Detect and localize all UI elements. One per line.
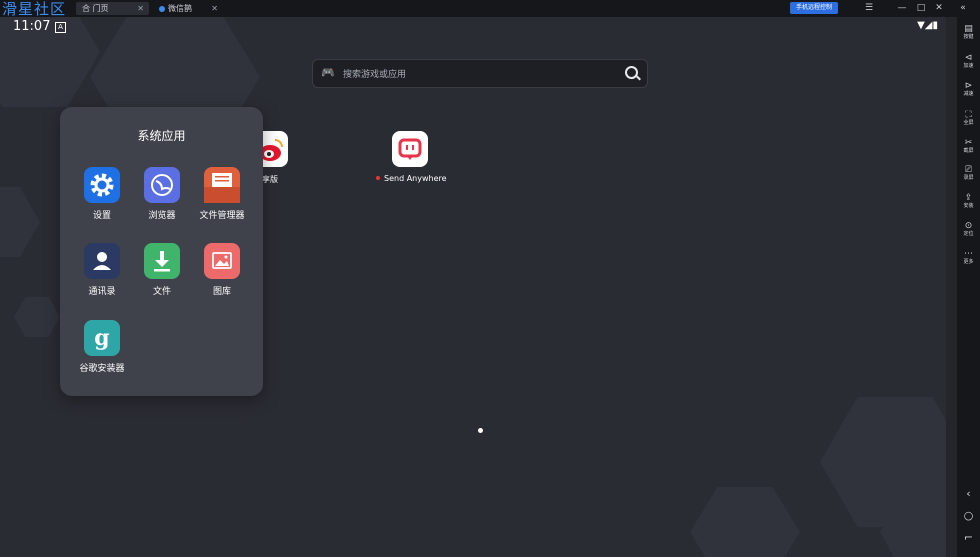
- folder-title: 系统应用: [137, 129, 186, 143]
- app-google-installer[interactable]: g 谷歌安装器: [72, 320, 132, 380]
- app-label: 文件管理器: [199, 211, 245, 221]
- sidebar-item-label: 更多: [963, 259, 974, 265]
- sidebar-item-label: 加速: [963, 63, 974, 69]
- tab-home[interactable]: 合 门页 ✕: [76, 2, 149, 15]
- volume-down-icon: ⊳: [964, 81, 973, 91]
- status-time: 11:07: [13, 19, 51, 34]
- sidebar-item-screenshot[interactable]: ✂ 截屏: [957, 138, 980, 154]
- signal-battery-icon: ▼◢▮: [917, 20, 938, 31]
- close-window-icon[interactable]: ✕: [932, 3, 946, 14]
- page-indicator[interactable]: [478, 428, 483, 433]
- sidebar-item-slowdown[interactable]: ⊳ 减速: [957, 81, 980, 97]
- gallery-image-icon: [204, 243, 240, 279]
- tab-label: 合 门页: [82, 4, 109, 13]
- volume-up-icon: ⊲: [964, 53, 973, 63]
- sidebar-item-record[interactable]: ⎚ 录屏: [957, 165, 980, 181]
- sidebar-item-keymap[interactable]: ▤ 按键: [957, 24, 980, 40]
- background-hex: [690, 487, 800, 557]
- sidebar-item-location[interactable]: ⊙ 定位: [957, 221, 980, 237]
- remote-control-button[interactable]: 手机远程控制: [790, 2, 838, 14]
- maximize-icon[interactable]: □: [914, 3, 928, 14]
- sidebar-item-install[interactable]: ⇪ 安装: [957, 193, 980, 209]
- send-anywhere-label-text: Send Anywhere: [384, 174, 447, 183]
- search-icon[interactable]: [625, 66, 638, 79]
- fullscreen-icon: ⛶: [965, 110, 972, 120]
- keyboard-icon: ▤: [964, 24, 973, 34]
- app-icon: [159, 6, 165, 12]
- svg-text:g: g: [94, 325, 109, 351]
- title-bar: 合 门页 ✕ 微信鹊 ✕ 手机远程控制 ☰ — □ ✕ «: [0, 0, 980, 17]
- app-file-manager[interactable]: 文件管理器: [192, 167, 252, 227]
- sidebar-item-fullscreen[interactable]: ⛶ 全屏: [957, 110, 980, 126]
- collapse-sidebar-icon[interactable]: «: [955, 3, 971, 14]
- browser-globe-icon: [144, 167, 180, 203]
- send-anywhere-app-label: Send Anywhere: [376, 174, 447, 183]
- sidebar-item-label: 录屏: [963, 175, 974, 181]
- install-apk-icon: ⇪: [964, 193, 973, 203]
- notification-icon: A: [55, 22, 66, 33]
- close-icon[interactable]: ✕: [137, 2, 144, 15]
- gamepad-icon: 🎮: [321, 66, 335, 79]
- emulator-sidebar: ▤ 按键 ⊲ 加速 ⊳ 减速 ⛶ 全屏 ✂ 截屏 ⎚ 录屏 ⇪ 安装 ⊙ 定位 ⋯ 更多 ‹ ○ …: [957, 17, 980, 557]
- background-hex: [0, 187, 40, 257]
- google-installer-icon: g: [84, 320, 120, 356]
- scissors-icon: ✂: [964, 138, 973, 148]
- record-icon: ⎚: [964, 165, 973, 175]
- sidebar-item-label: 安装: [963, 203, 974, 209]
- system-apps-folder: 系统应用 设置 浏览器 文件管理器 通讯录 文件 图库 g 谷歌安装器: [60, 107, 263, 396]
- more-icon: ⋯: [964, 249, 973, 259]
- sidebar-item-label: 全屏: [963, 120, 974, 126]
- new-badge-dot: [376, 176, 380, 180]
- contacts-icon: [84, 243, 120, 279]
- background-hex: [14, 297, 60, 337]
- recents-icon[interactable]: ⌐: [957, 531, 980, 544]
- menu-icon[interactable]: ☰: [862, 3, 876, 14]
- sidebar-item-label: 截屏: [963, 148, 974, 154]
- close-icon[interactable]: ✕: [211, 2, 218, 15]
- sidebar-item-speedup[interactable]: ⊲ 加速: [957, 53, 980, 69]
- home-icon[interactable]: ○: [957, 509, 980, 522]
- search-bar[interactable]: 🎮: [312, 59, 648, 88]
- download-icon: [144, 243, 180, 279]
- send-anywhere-app-icon[interactable]: [392, 131, 428, 167]
- file-manager-icon: [204, 167, 240, 203]
- app-label: 图库: [212, 287, 231, 297]
- app-gallery[interactable]: 图库: [192, 243, 252, 303]
- sidebar-item-label: 减速: [963, 91, 974, 97]
- sidebar-item-label: 定位: [963, 231, 974, 237]
- back-icon[interactable]: ‹: [957, 487, 980, 500]
- minimize-icon[interactable]: —: [895, 3, 909, 14]
- search-input[interactable]: [341, 65, 625, 85]
- tab-weixin[interactable]: 微信鹊 ✕: [153, 2, 223, 15]
- sidebar-item-label: 按键: [963, 34, 974, 40]
- settings-gear-icon: [84, 167, 120, 203]
- tab-label: 微信鹊: [168, 4, 192, 13]
- location-icon: ⊙: [964, 221, 973, 231]
- app-label: 谷歌安装器: [79, 364, 125, 374]
- send-anywhere-logo-icon: [398, 138, 422, 160]
- sidebar-item-more[interactable]: ⋯ 更多: [957, 249, 980, 265]
